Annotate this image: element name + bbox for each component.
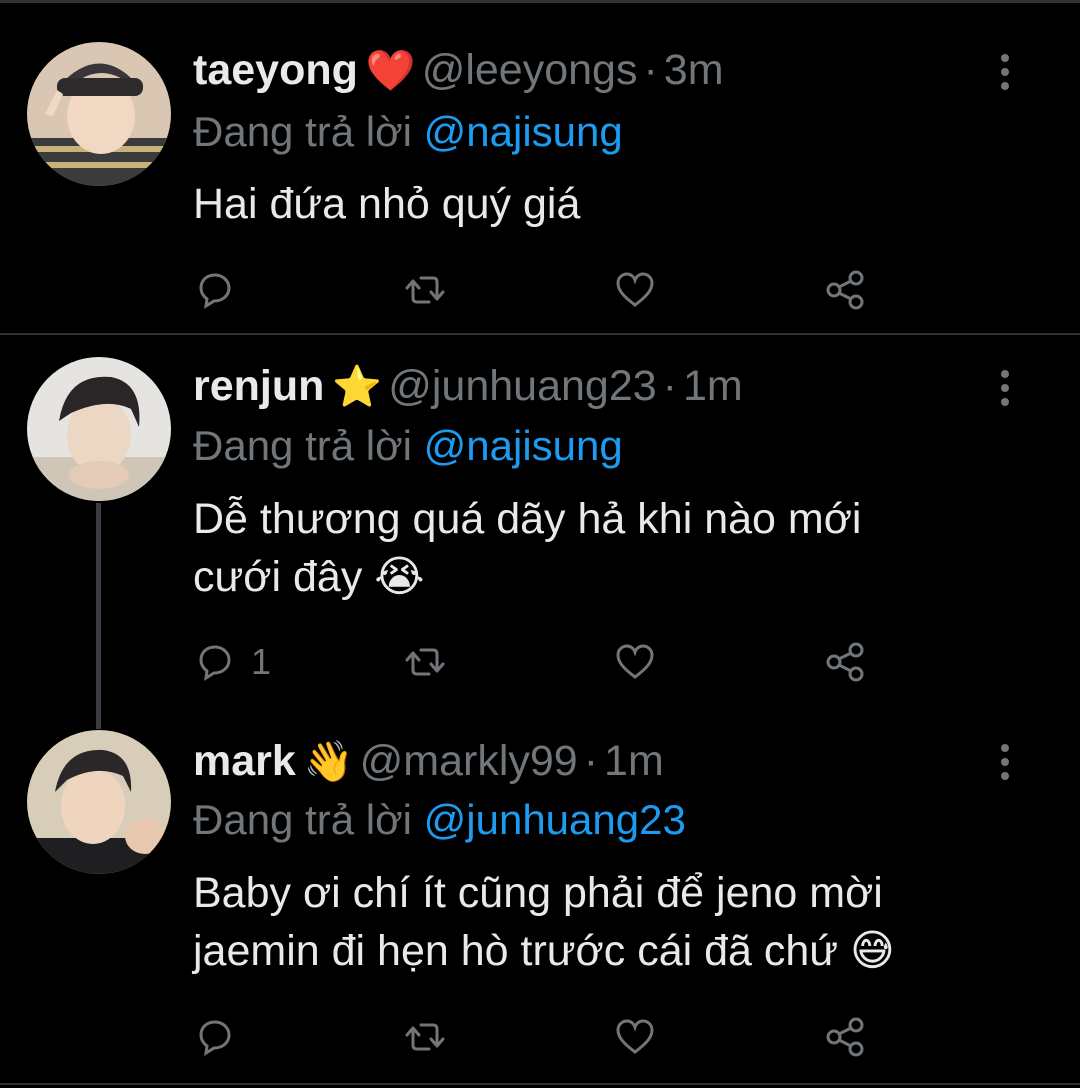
tweet-text-line: Baby ơi chí ít cũng phải để jeno mời xyxy=(193,869,883,917)
tweet-header: taeyong ❤️ @leeyongs · 3m xyxy=(193,40,724,100)
timestamp[interactable]: 1m xyxy=(683,362,743,410)
more-icon[interactable] xyxy=(990,742,1020,782)
reply-icon xyxy=(199,1020,231,1056)
reply-icon xyxy=(199,273,231,309)
mention-link[interactable]: @junhuang23 xyxy=(424,796,686,843)
like-icon xyxy=(616,644,654,679)
display-name[interactable]: taeyong xyxy=(193,46,358,94)
reply-button[interactable]: 1 xyxy=(193,640,271,684)
reply-button[interactable] xyxy=(193,1015,251,1059)
thread-connector xyxy=(96,503,101,729)
more-icon[interactable] xyxy=(990,52,1020,92)
action-bar xyxy=(193,268,893,312)
like-button[interactable] xyxy=(613,268,657,312)
tweet-text: Baby ơi chí ít cũng phải để jeno mời jae… xyxy=(193,864,1013,980)
tweet-divider xyxy=(0,333,1080,335)
separator-dot: · xyxy=(583,737,599,785)
replying-to: Đang trả lời @najisung xyxy=(193,417,623,475)
retweet-icon xyxy=(405,276,445,304)
tweet-text: Hai đứa nhỏ quý giá xyxy=(193,175,1013,233)
replying-label: Đang trả lời xyxy=(193,422,412,469)
reply-count: 1 xyxy=(251,641,272,682)
separator-dot: · xyxy=(662,362,677,410)
tweet-text: Dễ thương quá dãy hả khi nào mới cưới đâ… xyxy=(193,490,1013,606)
display-name[interactable]: renjun xyxy=(193,362,324,410)
retweet-icon xyxy=(405,648,445,676)
top-divider xyxy=(0,0,1080,3)
action-bar: 1 xyxy=(193,640,893,684)
timestamp[interactable]: 3m xyxy=(664,46,724,94)
display-name[interactable]: mark xyxy=(193,737,296,785)
user-handle[interactable]: @markly99 xyxy=(360,737,578,785)
share-button[interactable] xyxy=(823,268,867,312)
mention-link[interactable]: @najisung xyxy=(424,108,623,155)
heart-emoji-badge: ❤️ xyxy=(365,49,416,93)
more-icon[interactable] xyxy=(990,368,1020,408)
replying-label: Đang trả lời xyxy=(193,108,412,155)
tweet-text-line: jaemin đi hẹn hò trước cái đã chứ 😅 xyxy=(193,927,895,975)
share-icon xyxy=(826,270,864,310)
bottom-divider xyxy=(0,1083,1080,1085)
retweet-button[interactable] xyxy=(403,1015,447,1059)
waving-hand-emoji-badge: 👋 xyxy=(303,740,354,784)
like-button[interactable] xyxy=(613,640,657,684)
mention-link[interactable]: @najisung xyxy=(424,422,623,469)
action-bar xyxy=(193,1015,893,1059)
tweet-text-line: Hai đứa nhỏ quý giá xyxy=(193,180,581,228)
separator-dot: · xyxy=(643,46,658,94)
retweet-icon xyxy=(405,1023,445,1051)
user-handle[interactable]: @junhuang23 xyxy=(388,362,656,410)
share-button[interactable] xyxy=(823,640,867,684)
share-button[interactable] xyxy=(823,1015,867,1059)
user-handle[interactable]: @leeyongs xyxy=(422,46,638,94)
avatar-mark[interactable] xyxy=(27,730,171,874)
replying-to: Đang trả lời @najisung xyxy=(193,103,623,161)
timestamp[interactable]: 1m xyxy=(604,737,664,785)
avatar-taeyong[interactable] xyxy=(27,42,171,186)
share-icon xyxy=(826,642,864,682)
share-icon xyxy=(826,1017,864,1057)
tweet-header: renjun ⭐ @junhuang23 · 1m xyxy=(193,356,743,416)
replying-label: Đang trả lời xyxy=(193,796,412,843)
tweet-header: mark 👋 @markly99 · 1m xyxy=(193,731,664,791)
reply-button[interactable] xyxy=(193,268,251,312)
reply-icon xyxy=(199,645,231,681)
star-emoji-badge: ⭐ xyxy=(332,365,383,409)
tweet-text-line: Dễ thương quá dãy hả khi nào mới xyxy=(193,495,862,543)
tweet-text-line: cưới đây 😭 xyxy=(193,553,425,601)
retweet-button[interactable] xyxy=(403,640,447,684)
replying-to: Đang trả lời @junhuang23 xyxy=(193,791,686,849)
like-icon xyxy=(616,272,654,307)
avatar-renjun[interactable] xyxy=(27,357,171,501)
like-button[interactable] xyxy=(613,1015,657,1059)
retweet-button[interactable] xyxy=(403,268,447,312)
like-icon xyxy=(616,1019,654,1054)
